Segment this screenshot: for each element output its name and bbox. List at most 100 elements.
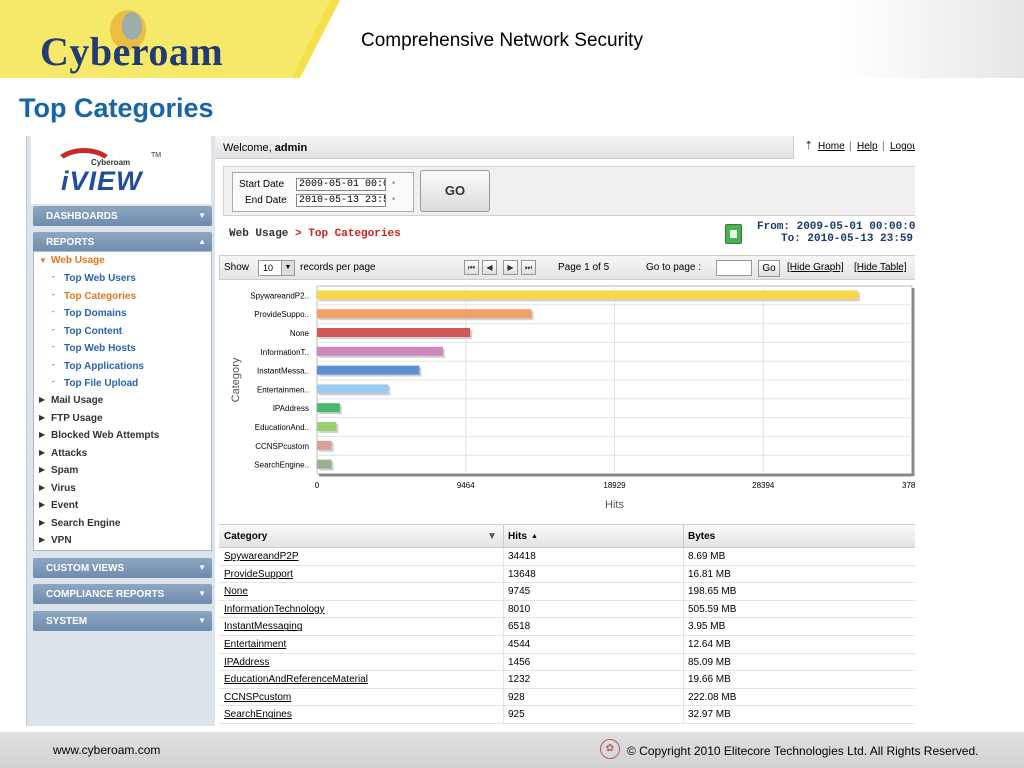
custom-views-menu[interactable]: CUSTOM VIEWS ▼ (33, 558, 212, 578)
dashboards-menu[interactable]: DASHBOARDS ▼ (33, 206, 212, 226)
header-hits[interactable]: Hits (508, 531, 527, 542)
link-separator: | (882, 141, 885, 152)
collapsed-arrow-icon: ▶ (39, 500, 46, 509)
sidebar-item-top-content[interactable]: Top Content (64, 326, 122, 337)
help-link[interactable]: Help (857, 141, 878, 152)
category-link[interactable]: Entertainment (224, 639, 286, 650)
column-divider (683, 548, 684, 566)
sidebar-item-top-file-upload[interactable]: Top File Upload (64, 378, 138, 389)
go-to-page-button[interactable]: Go (758, 260, 780, 277)
records-per-page-select[interactable]: 10 ▼ (258, 260, 295, 276)
system-label: SYSTEM (46, 616, 88, 627)
header-category[interactable]: Category (224, 531, 267, 542)
bar (317, 328, 471, 337)
to-date: To: 2010-05-13 23:59:59 (781, 233, 915, 245)
banner-tagline: Comprehensive Network Security (361, 30, 643, 51)
chart-area: SpywareandP2.. ProvideSuppo.. None Informat… (219, 281, 915, 521)
compliance-reports-menu[interactable]: COMPLIANCE REPORTS ▼ (33, 584, 212, 604)
last-page-icon[interactable]: ⏭ (521, 260, 536, 275)
sidebar-item-top-domains[interactable]: Top Domains (64, 308, 127, 319)
export-excel-icon[interactable] (725, 224, 742, 244)
category-link[interactable]: SpywareandP2P (224, 551, 299, 562)
breadcrumb-parent[interactable]: Web Usage (229, 228, 288, 240)
end-date-input[interactable]: 2010-05-13 23:59:59 (296, 194, 386, 207)
reports-menu[interactable]: REPORTS ▲ (33, 232, 212, 252)
bar (317, 290, 858, 300)
sidebar-item-ftp-usage[interactable]: FTP Usage (51, 413, 103, 424)
next-page-icon[interactable]: ▶ (503, 260, 518, 275)
bar (317, 309, 532, 319)
hits-cell: 928 (508, 691, 525, 703)
table-header: Category ▼ Hits ▲ Bytes (219, 524, 915, 549)
go-button[interactable]: GO (420, 170, 490, 212)
sidebar-item-web-usage[interactable]: Web Usage (51, 255, 105, 266)
start-date-input[interactable]: 2009-05-01 00:00:00 (296, 178, 386, 191)
category-tick-label: IPAddress (273, 404, 309, 413)
bullet-icon: - (52, 290, 55, 299)
home-icon: ⇡ (804, 140, 814, 152)
go-to-page-input[interactable] (716, 260, 752, 276)
filter-icon[interactable]: ▼ (487, 531, 497, 542)
hide-table-link[interactable]: [Hide Table] (854, 262, 907, 273)
header-bytes[interactable]: Bytes (688, 531, 715, 542)
cyberoam-logo: Cyberoam (40, 29, 224, 74)
iview-logo: Cyberoam TM iVIEW (31, 136, 211, 204)
calendar-icon[interactable]: ◔ (390, 194, 401, 207)
table-row: ProvideSupport 13648 16.81 MB (219, 565, 915, 584)
sidebar-item-search-engine[interactable]: Search Engine (51, 518, 120, 529)
x-tick-label: 3785 (902, 481, 915, 490)
category-tick-label: EducationAnd.. (255, 423, 309, 432)
sidebar-item-blocked-web-attempts[interactable]: Blocked Web Attempts (51, 430, 159, 441)
column-divider (683, 525, 684, 549)
sidebar-item-virus[interactable]: Virus (51, 483, 76, 494)
sidebar-item-spam[interactable]: Spam (51, 465, 78, 476)
reports-label: REPORTS (46, 237, 95, 248)
category-link[interactable]: SearchEngines (224, 709, 292, 720)
sidebar-item-top-categories[interactable]: Top Categories (64, 291, 136, 302)
go-to-page-label: Go to page : (646, 262, 702, 273)
calendar-icon[interactable]: ◔ (390, 178, 401, 191)
bar (317, 440, 332, 450)
chevron-down-icon: ▼ (198, 589, 206, 598)
category-link[interactable]: InstantMessaging (224, 621, 302, 632)
chevron-up-icon: ▲ (198, 237, 206, 246)
sidebar-item-top-applications[interactable]: Top Applications (64, 361, 144, 372)
footer-copyright: © Copyright 2010 Elitecore Technologies … (627, 744, 979, 758)
column-divider (503, 671, 504, 689)
category-link[interactable]: CCNSPcustom (224, 692, 291, 703)
bar (317, 422, 337, 431)
column-divider (503, 548, 504, 566)
sidebar-item-event[interactable]: Event (51, 500, 78, 511)
footer: www.cyberoam.com ✿ © Copyright 2010 Elit… (0, 732, 1024, 768)
home-link[interactable]: Home (818, 141, 845, 152)
hits-cell: 6518 (508, 621, 531, 633)
column-divider (683, 618, 684, 636)
system-menu[interactable]: SYSTEM ▼ (33, 611, 212, 631)
table-row: SpywareandP2P 34418 8.69 MB (219, 548, 915, 566)
category-link[interactable]: EducationAndReferenceMaterial (224, 674, 368, 685)
chevron-down-icon: ▼ (198, 563, 206, 572)
sidebar-item-top-web-hosts[interactable]: Top Web Hosts (64, 343, 136, 354)
category-tick-label: InformationT.. (261, 348, 309, 357)
sidebar-item-vpn[interactable]: VPN (51, 535, 72, 546)
column-divider (683, 706, 684, 724)
column-divider (683, 688, 684, 707)
sidebar-item-attacks[interactable]: Attacks (51, 448, 87, 459)
sidebar-item-mail-usage[interactable]: Mail Usage (51, 395, 103, 406)
bytes-cell: 222.08 MB (688, 691, 737, 703)
category-link[interactable]: ProvideSupport (224, 569, 293, 580)
sidebar-item-top-web-users[interactable]: Top Web Users (64, 273, 136, 284)
date-range-display: From: 2009-05-01 00:00:00 To: 2010-05-13… (757, 221, 915, 245)
category-link[interactable]: InformationTechnology (224, 604, 325, 615)
prev-page-icon[interactable]: ◀ (482, 260, 497, 275)
hide-graph-link[interactable]: [Hide Graph] (787, 262, 844, 273)
welcome-label: Welcome, (223, 142, 272, 154)
footer-url[interactable]: www.cyberoam.com (53, 743, 160, 757)
data-table: Category ▼ Hits ▲ Bytes SpywareandP2P 344… (219, 524, 915, 726)
column-divider (683, 653, 684, 672)
category-link[interactable]: None (224, 586, 248, 597)
category-link[interactable]: IPAddress (224, 657, 269, 668)
bar (317, 346, 443, 356)
first-page-icon[interactable]: ⏮ (464, 260, 479, 275)
logout-link[interactable]: Logout (890, 141, 915, 152)
